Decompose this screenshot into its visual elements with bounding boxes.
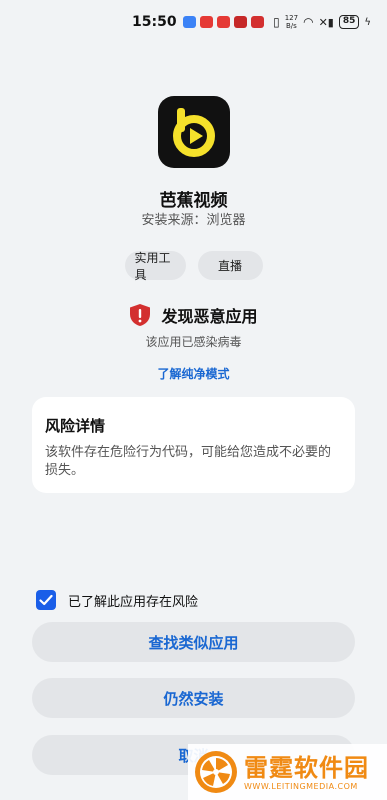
network-speed: 127 B/s (285, 14, 298, 30)
watermark-url: WWW.LEITINGMEDIA.COM (244, 781, 358, 791)
warning-title: 发现恶意应用 (161, 307, 258, 326)
notification-app-icon (250, 16, 264, 28)
notification-icons (182, 16, 264, 28)
acknowledge-checkbox[interactable] (36, 590, 56, 610)
signal-off-icon: ✕▮ (318, 15, 334, 29)
orange-logo-icon (195, 751, 237, 793)
malware-warning: 发现恶意应用 (0, 303, 387, 327)
notification-app-icon (199, 16, 213, 28)
watermark: 雷霆软件园 WWW.LEITINGMEDIA.COM (188, 744, 387, 800)
vibrate-icon: ▯ (273, 15, 280, 29)
shield-alert-icon (130, 304, 151, 326)
tag-tools[interactable]: 实用工具 (124, 251, 186, 282)
risk-details-card: 风险详情 该软件存在危险行为代码，可能给您造成不必要的损失。 (32, 397, 355, 493)
status-indicators: ▯ 127 B/s ◠ ✕▮ 85 ϟ (273, 14, 371, 30)
notification-app-icon (233, 16, 247, 28)
wifi-icon: ◠ (303, 15, 314, 29)
warning-subtitle: 该应用已感染病毒 (145, 335, 242, 349)
app-name: 芭蕉视频 (159, 191, 228, 211)
install-source: 安装来源：浏览器 (141, 213, 246, 228)
tag-live[interactable]: 直播 (197, 251, 263, 280)
network-speed-value: 127 (284, 14, 299, 22)
play-logo-icon (173, 108, 215, 157)
install-anyway-button[interactable]: 仍然安装 (32, 678, 355, 718)
network-speed-unit: B/s (286, 22, 297, 30)
charging-icon: ϟ (364, 16, 371, 28)
notification-app-icon (182, 16, 196, 28)
notification-app-icon (216, 16, 230, 28)
app-icon (158, 96, 230, 168)
status-time: 15:50 (132, 14, 177, 30)
checkmark-icon (39, 594, 53, 606)
risk-title: 风险详情 (45, 417, 106, 435)
status-bar: 15:50 ▯ 127 B/s ◠ ✕▮ 85 ϟ (0, 0, 387, 44)
find-similar-button[interactable]: 查找类似应用 (32, 622, 355, 662)
battery-level: 85 (338, 15, 360, 29)
learn-pure-mode-link[interactable]: 了解纯净模式 (0, 365, 387, 382)
app-tags: 实用工具 直播 (0, 251, 387, 282)
acknowledge-risk-row[interactable]: 已了解此应用存在风险 (36, 590, 198, 610)
watermark-title: 雷霆软件园 (244, 753, 369, 782)
risk-description: 该软件存在危险行为代码，可能给您造成不必要的损失。 (45, 445, 332, 478)
acknowledge-label: 已了解此应用存在风险 (68, 594, 199, 610)
